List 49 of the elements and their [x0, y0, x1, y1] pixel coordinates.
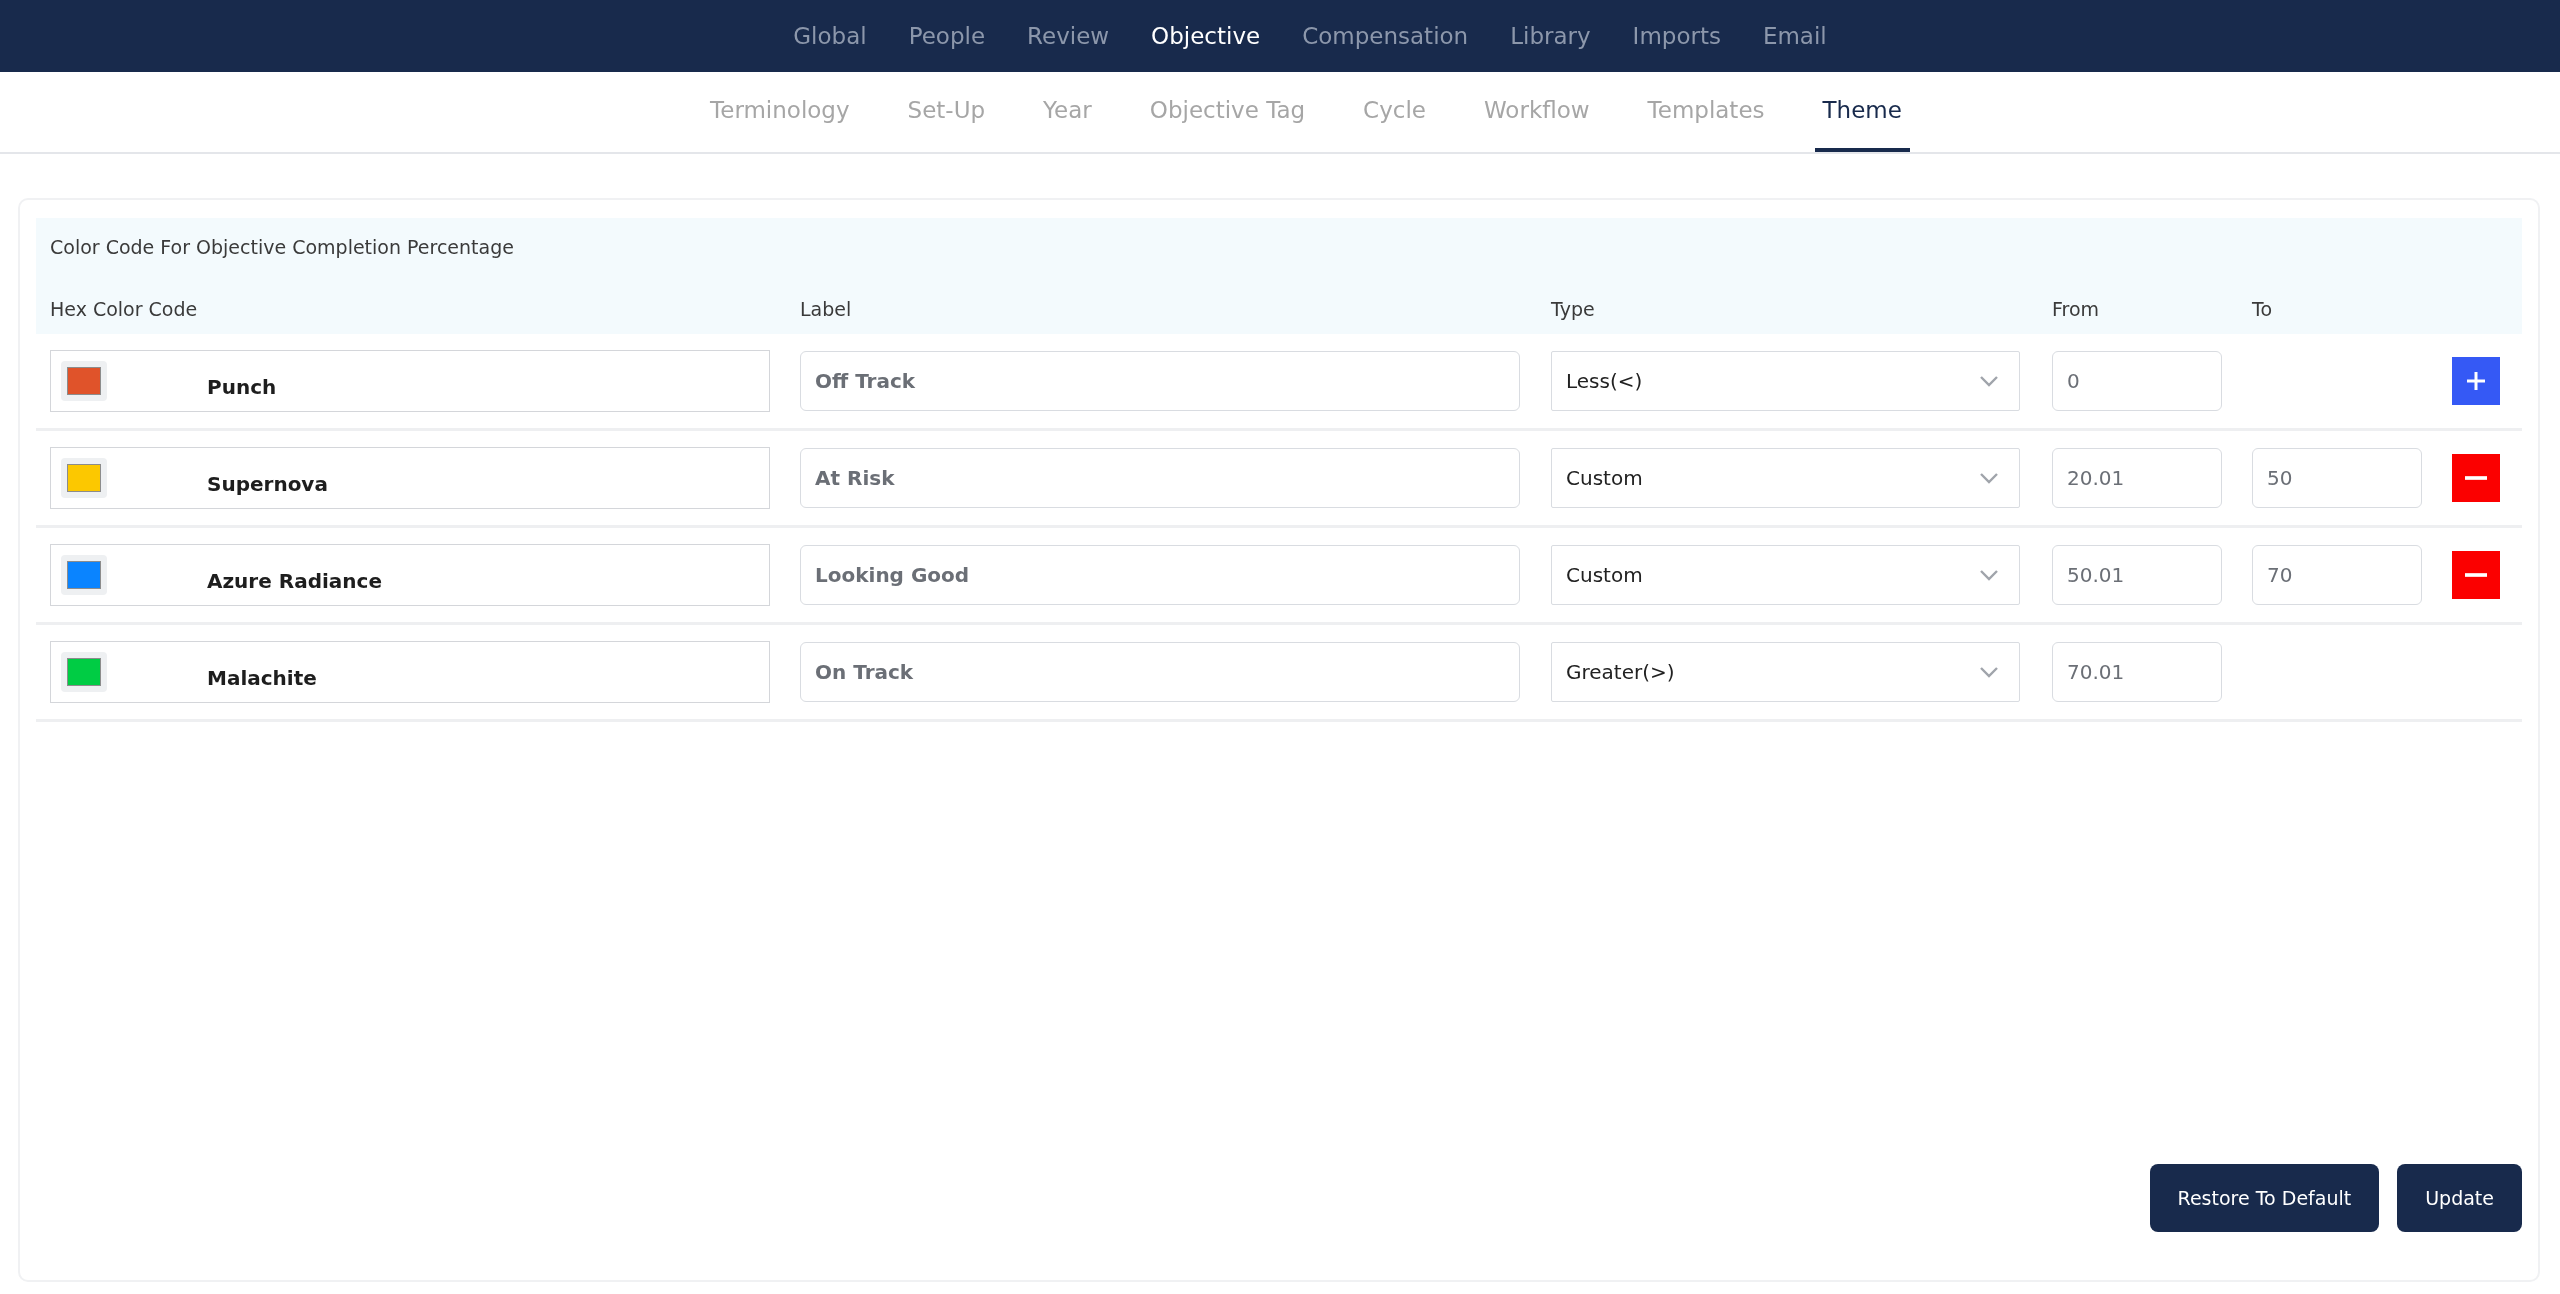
- column-header: To: [2252, 298, 2273, 320]
- add-row-button[interactable]: [2452, 357, 2500, 405]
- chevron-down-icon: [1979, 472, 1999, 484]
- color-picker-field[interactable]: Malachite: [50, 641, 770, 703]
- nav-tab[interactable]: Global: [793, 23, 867, 49]
- minus-icon: [2465, 573, 2487, 577]
- from-input[interactable]: 70.01: [2052, 642, 2222, 702]
- remove-row-button[interactable]: [2452, 454, 2500, 502]
- color-name: Azure Radiance: [207, 569, 382, 593]
- type-dropdown[interactable]: Greater(>): [1551, 642, 2020, 702]
- label-input[interactable]: Off Track: [800, 351, 1520, 411]
- color-name: Supernova: [207, 472, 328, 496]
- color-picker-field[interactable]: Supernova: [50, 447, 770, 509]
- update-button[interactable]: Update: [2397, 1164, 2522, 1232]
- to-input[interactable]: 50: [2252, 448, 2422, 508]
- sub-nav-tab[interactable]: Theme: [1814, 72, 1910, 152]
- nav-tab[interactable]: Imports: [1632, 23, 1721, 49]
- nav-tab[interactable]: Objective: [1151, 23, 1261, 49]
- color-picker-field[interactable]: Azure Radiance: [50, 544, 770, 606]
- restore-default-button[interactable]: Restore To Default: [2149, 1164, 2380, 1232]
- chevron-down-icon: [1979, 666, 1999, 678]
- minus-icon: [2465, 476, 2487, 480]
- nav-tab[interactable]: Review: [1027, 23, 1110, 49]
- from-input[interactable]: 20.01: [2052, 448, 2222, 508]
- column-header: From: [2052, 298, 2101, 320]
- label-input[interactable]: Looking Good: [800, 545, 1520, 605]
- nav-tab[interactable]: People: [908, 23, 986, 49]
- from-input[interactable]: 50.01: [2052, 545, 2222, 605]
- color-name: Malachite: [207, 666, 317, 690]
- section-title: Color Code For Objective Completion Percentage: [50, 236, 515, 258]
- label-input[interactable]: At Risk: [800, 448, 1520, 508]
- chevron-down-icon: [1979, 569, 1999, 581]
- type-dropdown[interactable]: Less(<): [1551, 351, 2020, 411]
- to-input[interactable]: 70: [2252, 545, 2422, 605]
- type-dropdown[interactable]: Custom: [1551, 545, 2020, 605]
- chevron-down-icon: [1979, 375, 1999, 387]
- label-input[interactable]: On Track: [800, 642, 1520, 702]
- color-picker-field[interactable]: Punch: [50, 350, 770, 412]
- color-name: Punch: [207, 375, 277, 399]
- from-input[interactable]: 0: [2052, 351, 2222, 411]
- column-header: Label: [800, 298, 853, 320]
- nav-tab[interactable]: Library: [1510, 23, 1591, 49]
- column-header: Hex Color Code: [50, 298, 199, 320]
- column-header: Type: [1551, 298, 1596, 320]
- nav-tab[interactable]: Email: [1762, 23, 1827, 49]
- remove-row-button[interactable]: [2452, 551, 2500, 599]
- plus-icon: [2464, 369, 2488, 393]
- type-dropdown[interactable]: Custom: [1551, 448, 2020, 508]
- nav-tab[interactable]: Compensation: [1302, 23, 1469, 49]
